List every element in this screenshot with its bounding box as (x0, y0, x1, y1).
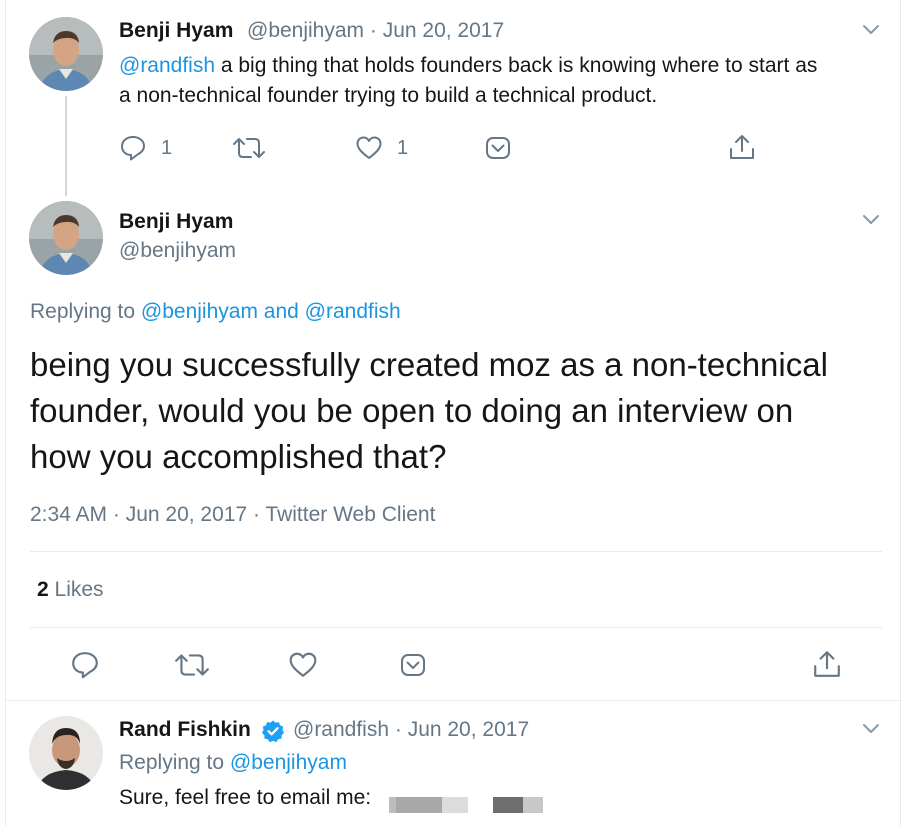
tweet-text-line-1: being you successfully created moz as a … (30, 346, 828, 383)
tweet-text-line-1: a big thing that holds founders back is … (215, 54, 818, 77)
verified-badge-icon (262, 720, 284, 743)
retweet-icon (233, 138, 265, 158)
reply-icon (121, 136, 145, 161)
retweet-button[interactable] (232, 134, 266, 162)
thread-connector-line (65, 96, 67, 196)
like-count: 1 (397, 136, 409, 159)
reply-button[interactable]: 1 (119, 134, 172, 162)
tweet-text-line-2: founder, would you be open to doing an i… (30, 392, 794, 429)
mention-link[interactable]: @randfish (119, 54, 215, 77)
direct-message-button[interactable] (485, 136, 511, 160)
reply-button[interactable] (70, 650, 100, 680)
frame-left-border (5, 0, 6, 826)
verified-badge (261, 719, 285, 743)
redaction-block (523, 797, 543, 813)
like-button[interactable]: 1 (355, 134, 408, 162)
avatar-benji-hyam[interactable] (29, 201, 103, 275)
redaction-block (493, 797, 523, 813)
share-button[interactable] (812, 649, 842, 679)
dm-icon (401, 654, 425, 676)
retweet-button[interactable] (174, 650, 210, 680)
dm-icon (486, 137, 510, 159)
share-button[interactable] (728, 133, 756, 161)
direct-message-button[interactable] (400, 653, 426, 677)
replying-to-prefix: Replying to (119, 751, 230, 774)
tweet-text-line-2: a non-technical founder trying to build … (119, 84, 658, 107)
replying-to: Replying to @benjihyam and @randfish (30, 300, 401, 324)
chevron-down-icon[interactable] (860, 208, 882, 230)
redaction-block (442, 797, 468, 813)
author-name[interactable]: Benji Hyam (119, 210, 233, 234)
author-name[interactable]: Benji Hyam (119, 19, 233, 43)
likes-label: Likes (48, 578, 104, 601)
like-button[interactable] (288, 650, 318, 680)
author-name[interactable]: Rand Fishkin (119, 718, 251, 742)
tweet-timestamp[interactable]: 2:34 AM · Jun 20, 2017 · Twitter Web Cli… (30, 503, 435, 527)
share-icon (814, 651, 840, 677)
retweet-icon (175, 654, 209, 676)
like-icon (289, 652, 317, 677)
like-icon (356, 136, 382, 159)
replying-to-link[interactable]: @benjihyam (230, 751, 347, 774)
redaction-block (396, 797, 442, 813)
tweet-text: @randfish a big thing that holds founder… (119, 51, 889, 111)
chevron-down-icon[interactable] (860, 717, 882, 739)
handle-and-date[interactable]: @randfish · Jun 20, 2017 (293, 718, 529, 742)
chevron-down-icon[interactable] (860, 18, 882, 40)
replying-to: Replying to @benjihyam (119, 751, 347, 775)
likes-stat[interactable]: 2 Likes (37, 578, 104, 602)
likes-count: 2 (37, 578, 49, 601)
handle-and-date[interactable]: @benjihyam · Jun 20, 2017 (247, 19, 504, 43)
replying-to-prefix: Replying to (30, 300, 141, 323)
redaction-block (389, 797, 396, 813)
reply-count: 1 (161, 136, 173, 159)
divider (6, 700, 900, 701)
reply-icon (72, 652, 98, 679)
tweet-text: Sure, feel free to email me: (119, 786, 372, 809)
divider (30, 551, 882, 552)
avatar-benji-hyam[interactable] (29, 17, 103, 91)
author-handle[interactable]: @benjihyam (119, 239, 236, 263)
divider (30, 627, 882, 628)
tweet-text-line-3: how you accomplished that? (30, 438, 447, 475)
replying-to-links[interactable]: @benjihyam and @randfish (141, 300, 401, 323)
share-icon (730, 135, 754, 159)
avatar-rand-fishkin[interactable] (29, 716, 103, 790)
tweet-text: being you successfully created moz as a … (30, 342, 880, 480)
